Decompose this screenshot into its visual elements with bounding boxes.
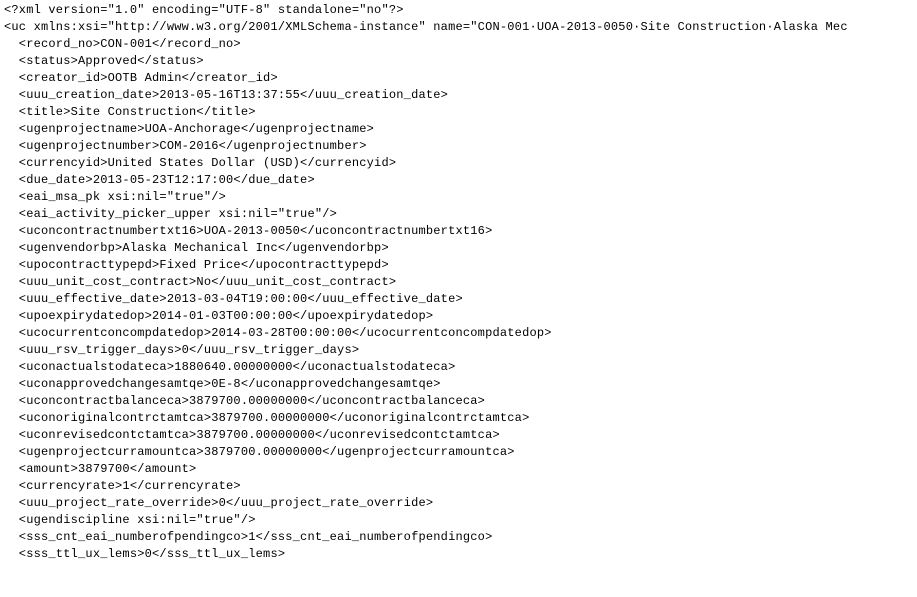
xml-source-view: <?xml version="1.0" encoding="UTF-8" sta… [0,0,917,565]
xml-code: <?xml version="1.0" encoding="UTF-8" sta… [4,3,848,561]
